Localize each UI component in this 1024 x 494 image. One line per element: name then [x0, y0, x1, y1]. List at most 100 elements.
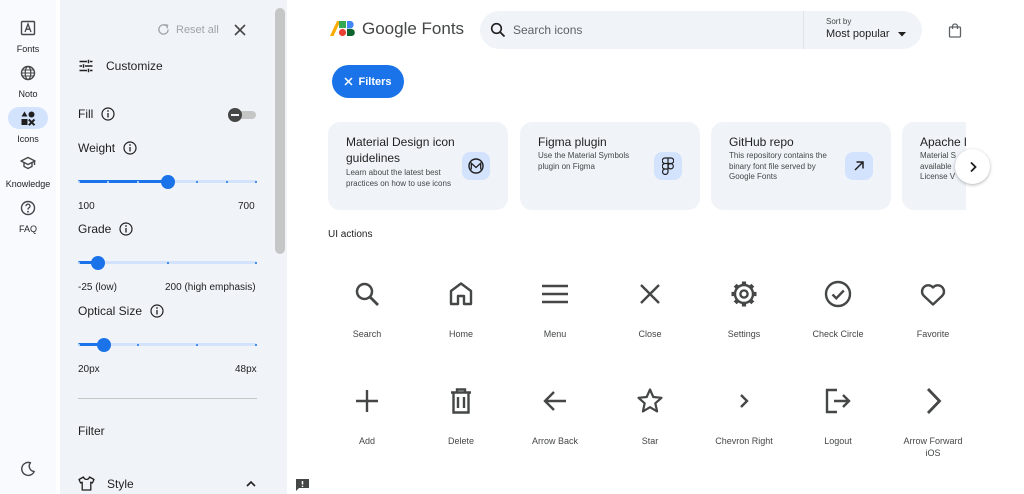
slider-thumb[interactable] — [90, 256, 105, 270]
refresh-icon — [158, 24, 169, 35]
icon-label: Add — [358, 436, 375, 446]
icon-card-logout[interactable]: Logout — [791, 387, 885, 487]
card-desc: This repository contains the binary font… — [729, 151, 827, 181]
heart-icon — [920, 284, 946, 306]
icons-shapes-icon — [8, 107, 48, 129]
grade-max: 200 (high emphasis) — [165, 282, 256, 293]
cards-next-button[interactable] — [955, 149, 990, 184]
chevron-right-icon — [969, 161, 977, 172]
shirt-icon — [78, 476, 95, 491]
card-desc: Learn about the latest best practices on… — [346, 168, 451, 188]
rail-label: Fonts — [16, 44, 40, 54]
section-title: UI actions — [328, 229, 373, 240]
rail-item-faq[interactable]: FAQ — [0, 197, 56, 234]
card-title: Apache l — [920, 135, 966, 149]
panel-scrollbar[interactable] — [275, 8, 285, 254]
help-icon — [8, 197, 48, 219]
customize-panel — [60, 0, 287, 494]
icon-card-home[interactable]: Home — [414, 280, 508, 380]
tune-icon — [79, 59, 93, 73]
panel-header: Customize — [78, 58, 163, 74]
rail-item-icons[interactable]: Icons — [0, 107, 56, 144]
rail-item-fonts[interactable]: Fonts — [0, 17, 56, 54]
icon-card-menu[interactable]: Menu — [508, 280, 602, 380]
google-fonts-logo-icon — [330, 21, 355, 37]
card-title: Figma plugin — [538, 135, 607, 149]
icon-card-check-circle[interactable]: Check Circle — [791, 280, 885, 380]
rail-item-knowledge[interactable]: Knowledge — [0, 152, 56, 189]
style-filter-toggle[interactable]: Style — [78, 476, 257, 491]
search-input[interactable] — [513, 20, 773, 40]
icon-label: Favorite — [916, 329, 950, 339]
toggle-knob — [228, 108, 242, 122]
icon-card-star[interactable]: Star — [603, 387, 697, 487]
icon-label: Star — [641, 436, 659, 446]
rail-item-noto[interactable]: Noto — [0, 62, 56, 99]
sort-dropdown[interactable]: Sort by Most popular — [826, 17, 906, 40]
icon-label: Menu — [543, 329, 567, 339]
icon-label: Arrow Forward iOS — [903, 436, 963, 458]
optical-size-slider[interactable] — [78, 338, 257, 352]
icon-label: Home — [448, 329, 473, 339]
feedback-icon[interactable] — [295, 478, 310, 494]
chevron-right-icon — [740, 394, 749, 408]
icon-card-delete[interactable]: Delete — [414, 387, 508, 487]
filters-button[interactable]: Filters — [332, 65, 404, 98]
resource-cards: Material Design icon guidelines Learn ab… — [328, 122, 966, 211]
icon-label: Arrow Back — [531, 436, 578, 446]
weight-slider[interactable] — [78, 175, 257, 189]
slider-tick — [136, 181, 139, 183]
dropdown-arrow-icon — [897, 31, 906, 36]
slider-thumb[interactable] — [160, 175, 175, 189]
check-circle-icon — [824, 280, 852, 308]
info-icon[interactable] — [150, 304, 164, 318]
close-icon — [234, 24, 246, 36]
card-material-guidelines[interactable]: Material Design icon guidelines Learn ab… — [328, 122, 508, 210]
info-icon[interactable] — [119, 222, 133, 236]
dark-mode-icon[interactable] — [18, 459, 38, 479]
close-panel-button[interactable] — [232, 22, 248, 38]
grade-min: -25 (low) — [78, 282, 117, 293]
icon-label: Search — [352, 329, 382, 339]
icon-card-add[interactable]: Add — [320, 387, 414, 487]
icon-card-arrow-back[interactable]: Arrow Back — [508, 387, 602, 487]
sort-value: Most popular — [826, 28, 890, 40]
globe-icon — [8, 62, 48, 84]
weight-min: 100 — [78, 201, 95, 212]
rail-label: Noto — [18, 89, 38, 99]
arrow-forward-ios-icon — [926, 388, 942, 414]
card-figma-plugin[interactable]: Figma plugin Use the Material Symbols pl… — [520, 122, 700, 210]
material-logo-icon — [462, 152, 490, 180]
icon-label: Chevron Right — [715, 436, 773, 446]
icon-label: Delete — [447, 436, 474, 446]
icon-card-settings[interactable]: Settings — [697, 280, 791, 380]
panel-title: Customize — [106, 59, 163, 73]
slider-thumb[interactable] — [96, 338, 111, 352]
sort-value-row: Most popular — [826, 28, 906, 40]
icon-card-favorite[interactable]: Favorite — [886, 280, 980, 380]
info-icon[interactable] — [101, 107, 115, 121]
slider-tick — [255, 181, 257, 183]
reset-all-button[interactable]: Reset all — [157, 23, 219, 36]
google-fonts-logo[interactable]: Google Fonts — [330, 19, 464, 39]
school-icon — [8, 152, 48, 174]
card-github-repo[interactable]: GitHub repo This repository contains the… — [711, 122, 891, 210]
rail-label: FAQ — [18, 224, 37, 234]
optical-size-row: Optical Size — [78, 304, 164, 318]
shopping-bag-icon[interactable] — [948, 23, 962, 43]
card-title: Material Design icon guidelines — [346, 135, 455, 165]
grade-slider[interactable] — [78, 256, 257, 270]
fill-toggle[interactable] — [228, 108, 256, 122]
card-title: GitHub repo — [729, 135, 794, 149]
icon-card-chevron-right[interactable]: Chevron Right — [697, 387, 791, 487]
nav-rail: Fonts Noto Icons Knowledge FAQ — [0, 0, 56, 494]
slider-tick — [136, 344, 139, 346]
icon-card-search[interactable]: Search — [320, 280, 414, 380]
icon-card-arrow-forward-ios[interactable]: Arrow Forward iOS — [886, 387, 980, 487]
close-icon — [344, 77, 354, 86]
card-desc: Use the Material Symbols plugin on Figma — [538, 151, 630, 171]
icon-card-close[interactable]: Close — [603, 280, 697, 380]
slider-tick — [166, 262, 169, 264]
slider-tick — [78, 181, 80, 183]
info-icon[interactable] — [123, 141, 137, 155]
